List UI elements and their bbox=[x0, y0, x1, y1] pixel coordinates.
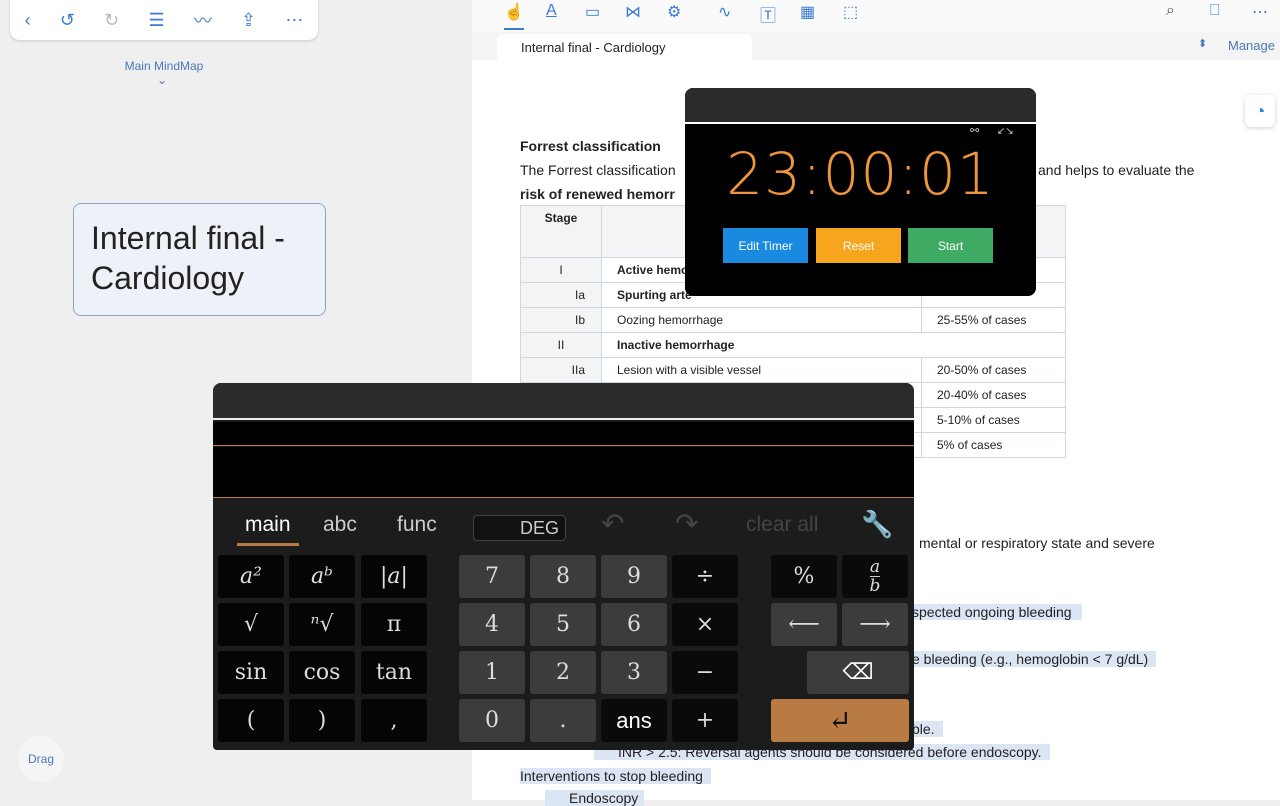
more-icon[interactable]: ⋯ bbox=[285, 10, 303, 31]
mindmap-toolbar: ‹ ↺ ↻ ☰ 〰 ⇪ ⋯ bbox=[10, 0, 318, 40]
paragraph-text: The Forrest classification bbox=[520, 162, 676, 178]
key-ans[interactable]: ans bbox=[601, 699, 667, 742]
share-icon[interactable]: ⚯ bbox=[970, 124, 979, 137]
key-sq[interactable]: a² bbox=[218, 555, 284, 598]
back-icon[interactable]: ‹ bbox=[25, 10, 31, 31]
assistant-icon[interactable]: ◔ bbox=[1245, 95, 1275, 127]
angle-mode-toggle[interactable]: DEG bbox=[473, 515, 566, 541]
start-button[interactable]: Start bbox=[908, 228, 993, 263]
key-div[interactable]: ÷ bbox=[672, 555, 738, 598]
key-cos[interactable]: cos bbox=[289, 651, 355, 694]
clear-all-button[interactable]: clear all bbox=[746, 513, 818, 537]
paragraph-text: mental or respiratory state and severe bbox=[919, 535, 1155, 551]
rectangle-icon[interactable]: ▭ bbox=[585, 2, 600, 22]
table-row: IIa Lesion with a visible vessel 20-50% of… bbox=[520, 357, 1066, 383]
undo-icon[interactable]: ↶ bbox=[601, 507, 624, 540]
more-icon[interactable]: ⋯ bbox=[1252, 2, 1268, 22]
tab-func[interactable]: func bbox=[397, 513, 437, 537]
key-sqrt[interactable]: √ bbox=[218, 603, 284, 646]
key-n8[interactable]: 8 bbox=[530, 555, 596, 598]
redo-icon[interactable]: ↷ bbox=[675, 507, 698, 540]
calculator-display[interactable] bbox=[213, 447, 914, 498]
image-icon[interactable]: ▦ bbox=[800, 2, 815, 22]
key-add[interactable]: + bbox=[672, 699, 738, 742]
paragraph-text: ble. bbox=[912, 721, 943, 737]
table-header: Stage bbox=[520, 205, 602, 258]
key-pow[interactable]: aᵇ bbox=[289, 555, 355, 598]
textbox-icon[interactable]: 🅃 bbox=[760, 2, 776, 26]
key-n2[interactable]: 2 bbox=[530, 651, 596, 694]
bookmark-icon[interactable]: ⎕ bbox=[1210, 2, 1220, 20]
sort-icon[interactable]: ⬍ bbox=[1198, 37, 1207, 50]
scribble-icon[interactable]: ∿ bbox=[718, 2, 731, 22]
key-pct[interactable]: % bbox=[771, 555, 837, 598]
key-n4[interactable]: 4 bbox=[459, 603, 525, 646]
key-n5[interactable]: 5 bbox=[530, 603, 596, 646]
key-frac[interactable]: ab bbox=[842, 555, 908, 598]
redo-icon[interactable]: ↻ bbox=[104, 10, 119, 31]
list-item: Endoscopy bbox=[545, 790, 645, 806]
table-row: II Inactive hemorrhage bbox=[520, 332, 1066, 358]
edit-timer-button[interactable]: Edit Timer bbox=[723, 228, 808, 263]
key-n3[interactable]: 3 bbox=[601, 651, 667, 694]
resize-icon[interactable]: ↙↘ bbox=[997, 126, 1014, 137]
search-icon[interactable]: ⌕ bbox=[1166, 2, 1175, 20]
section-heading: Forrest classification bbox=[520, 138, 661, 154]
pen-icon[interactable]: 〰 bbox=[194, 7, 212, 33]
timer-widget: ⚯ ↙↘ 23:00:01 Edit Timer Reset Start bbox=[685, 88, 1036, 296]
chevron-down-icon[interactable]: ⌄ bbox=[157, 73, 167, 87]
key-n0[interactable]: 0 bbox=[459, 699, 525, 742]
mindmap-node[interactable]: Internal final - Cardiology bbox=[73, 203, 326, 316]
paragraph-text: and helps to evaluate the bbox=[1038, 162, 1195, 178]
hand-icon[interactable]: ☝ bbox=[504, 2, 524, 30]
key-nroot[interactable]: ⁿ√ bbox=[289, 603, 355, 646]
mindmap-selector[interactable]: Main MindMap bbox=[100, 59, 228, 73]
tab-document[interactable]: Internal final - Cardiology bbox=[497, 34, 752, 60]
key-left[interactable]: ⟵ bbox=[771, 603, 837, 646]
key-pi[interactable]: π bbox=[361, 603, 427, 646]
key-sin[interactable]: sin bbox=[218, 651, 284, 694]
key-lp[interactable]: ( bbox=[218, 699, 284, 742]
document-toolbar: ☝ A ▭ ⋈ ⚙ ∿ 🅃 ▦ ⬚ ⌕ ⎕ ⋯ bbox=[472, 0, 1280, 32]
drag-handle[interactable]: Drag bbox=[18, 736, 64, 782]
key-n7[interactable]: 7 bbox=[459, 555, 525, 598]
key-tan[interactable]: tan bbox=[361, 651, 427, 694]
select-icon[interactable]: ⬚ bbox=[843, 2, 858, 22]
key-n1[interactable]: 1 bbox=[459, 651, 525, 694]
tab-abc[interactable]: abc bbox=[323, 513, 357, 537]
text-highlight-icon[interactable]: A bbox=[546, 2, 557, 20]
settings-icon[interactable]: ⚙ bbox=[667, 2, 681, 22]
key-right[interactable]: ⟶ bbox=[842, 603, 908, 646]
wrench-icon[interactable]: 🔧 bbox=[861, 509, 893, 540]
tab-main[interactable]: main bbox=[237, 513, 299, 546]
table-row: Ib Oozing hemorrhage 25-55% of cases bbox=[520, 307, 1066, 333]
paragraph-text: spected ongoing bleeding bbox=[912, 604, 1082, 620]
calculator-drag-bar[interactable] bbox=[213, 383, 914, 420]
key-n9[interactable]: 9 bbox=[601, 555, 667, 598]
reset-button[interactable]: Reset bbox=[816, 228, 901, 263]
key-abs[interactable]: |a| bbox=[361, 555, 427, 598]
timer-drag-bar[interactable] bbox=[685, 88, 1036, 124]
share-icon[interactable]: ⇪ bbox=[241, 10, 256, 31]
paragraph-text: e bleeding (e.g., hemoglobin < 7 g/dL) bbox=[912, 651, 1157, 667]
key-rp[interactable]: ) bbox=[289, 699, 355, 742]
key-comma[interactable]: , bbox=[361, 699, 427, 742]
timer-display: 23:00:01 bbox=[726, 140, 995, 208]
undo-icon[interactable]: ↺ bbox=[60, 10, 75, 31]
key-sub[interactable]: − bbox=[672, 651, 738, 694]
key-enter[interactable]: ↵ bbox=[771, 699, 909, 742]
key-dot[interactable]: . bbox=[530, 699, 596, 742]
calculator-widget: main abc func DEG ↶ ↷ clear all 🔧 a² aᵇ |a… bbox=[213, 383, 914, 750]
key-mul[interactable]: × bbox=[672, 603, 738, 646]
key-bksp[interactable]: ⌫ bbox=[807, 651, 909, 694]
manage-button[interactable]: Manage bbox=[1228, 38, 1275, 53]
lasso-icon[interactable]: ⋈ bbox=[625, 2, 641, 22]
paragraph-text: risk of renewed hemorr bbox=[520, 186, 675, 202]
key-n6[interactable]: 6 bbox=[601, 603, 667, 646]
list-icon[interactable]: ☰ bbox=[148, 10, 164, 31]
section-heading: Interventions to stop bleeding bbox=[520, 768, 711, 784]
